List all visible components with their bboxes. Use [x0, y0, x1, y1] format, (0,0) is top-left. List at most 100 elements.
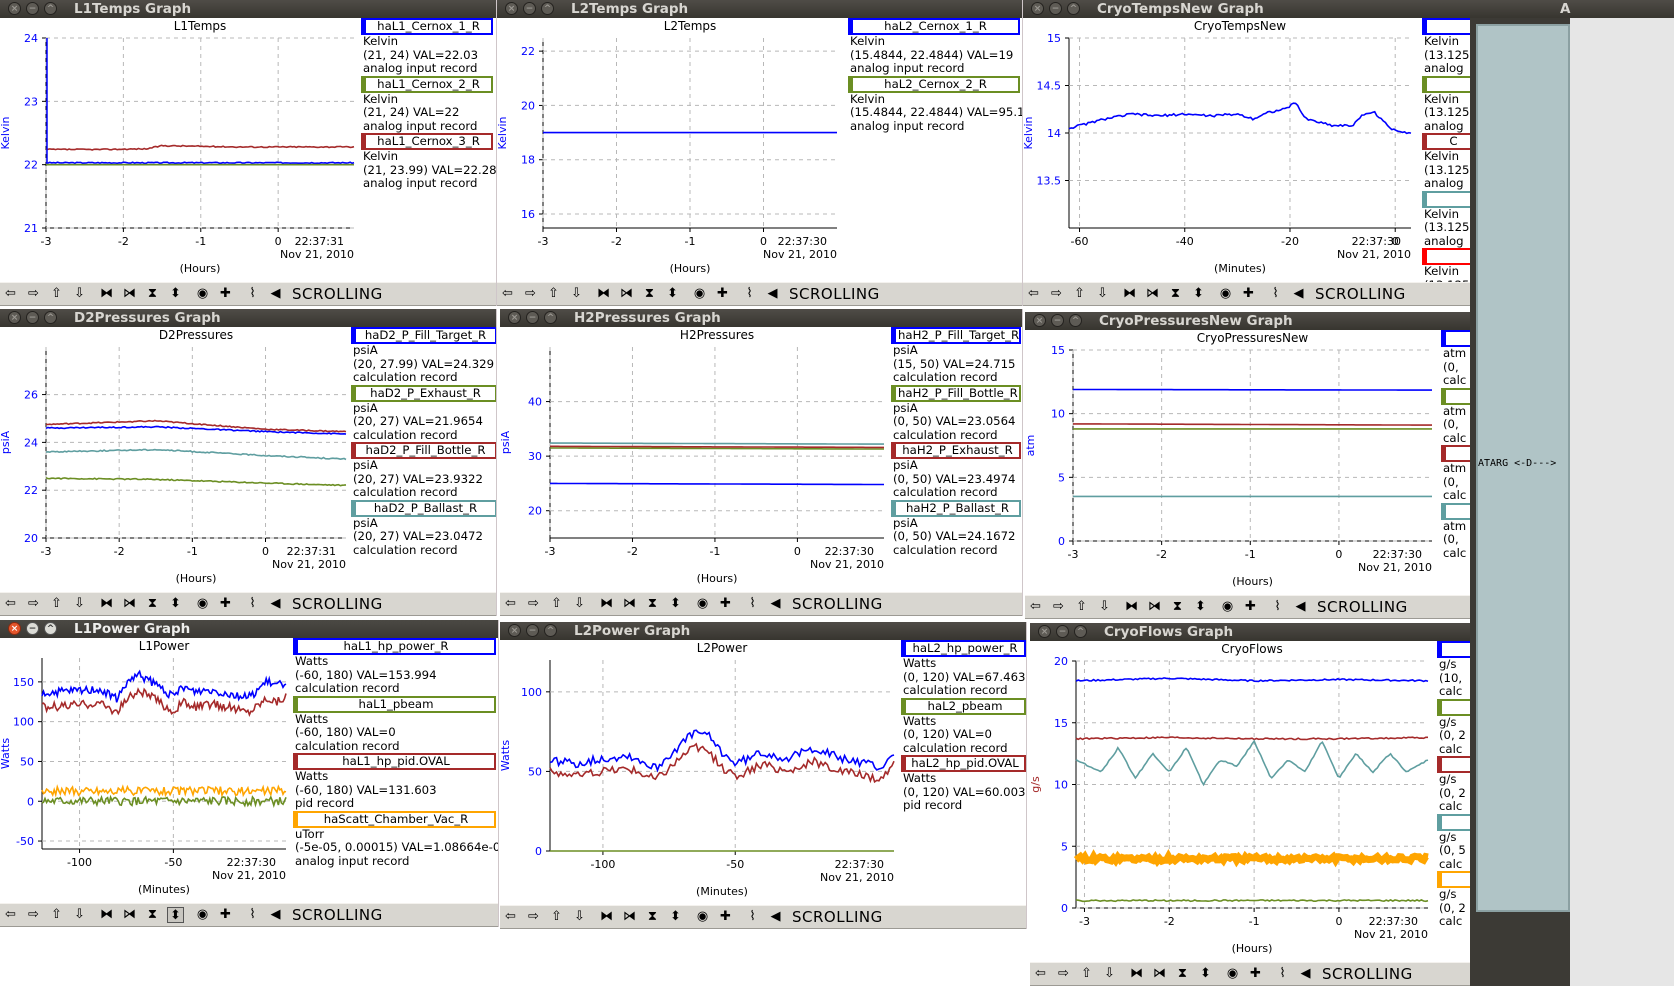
zoom-out-y-icon[interactable]: ⬍: [1190, 286, 1207, 302]
pause-icon[interactable]: ◀: [1292, 599, 1309, 615]
legend-item-name[interactable]: haL2_hp_power_R: [901, 640, 1026, 657]
arrow-up-icon[interactable]: ⇧: [548, 909, 565, 925]
window-titlebar[interactable]: × − ^ CryoPressuresNew Graph: [1025, 312, 1470, 330]
window-titlebar[interactable]: × − ^ H2Pressures Graph: [500, 309, 1022, 327]
arrow-right-icon[interactable]: ⇨: [25, 286, 42, 302]
zoom-out-y-icon[interactable]: ⬍: [167, 907, 184, 923]
minimize-icon[interactable]: −: [1051, 314, 1064, 327]
arrow-left-icon[interactable]: ⇦: [2, 286, 19, 302]
legend-item-name[interactable]: [1422, 248, 1470, 265]
window-titlebar[interactable]: × − ^ L1Temps Graph: [0, 0, 496, 18]
legend-item-name[interactable]: [1441, 502, 1470, 520]
legend-item[interactable]: haL1_pbeam Watts (-60, 180) VAL=0 calculati…: [293, 695, 496, 754]
pause-icon[interactable]: ◀: [767, 909, 784, 925]
window-titlebar[interactable]: × − ^ CryoTempsNew Graph: [1023, 0, 1470, 18]
zoom-in-y-icon[interactable]: ⧗: [1174, 966, 1191, 982]
close-icon[interactable]: ×: [1033, 314, 1046, 327]
zoom-out-y-icon[interactable]: ⬍: [667, 596, 684, 612]
maximize-icon[interactable]: ^: [44, 622, 57, 635]
refresh-icon[interactable]: ◉: [194, 596, 211, 612]
arrow-right-icon[interactable]: ⇨: [525, 909, 542, 925]
pause-icon[interactable]: ◀: [1297, 966, 1314, 982]
zoom-in-x-icon[interactable]: ⧓: [1128, 966, 1145, 982]
zoom-in-y-icon[interactable]: ⧗: [1169, 599, 1186, 615]
zoom-out-y-icon[interactable]: ⬍: [167, 286, 184, 302]
legend-item-name[interactable]: haD2_P_Fill_Target_R: [351, 327, 496, 344]
zoom-in-y-icon[interactable]: ⧗: [644, 596, 661, 612]
legend-item-name[interactable]: haD2_P_Exhaust_R: [351, 384, 496, 402]
legend-item[interactable]: Kelvin(13.125analog: [1422, 75, 1470, 134]
close-icon[interactable]: ×: [8, 311, 21, 324]
minimize-icon[interactable]: −: [1056, 625, 1069, 638]
arrow-right-icon[interactable]: ⇨: [25, 907, 42, 923]
legend-item[interactable]: haL2_Cernox_2_R Kelvin (15.4844, 22.4844) …: [848, 75, 1022, 134]
legend-item-name[interactable]: [1422, 75, 1470, 93]
legend-item[interactable]: haD2_P_Fill_Bottle_R psiA (20, 27) VAL=23.…: [351, 442, 496, 500]
legend-item[interactable]: g/s (0, 2 calc: [1437, 871, 1470, 929]
legend-item-name[interactable]: haL2_pbeam: [901, 697, 1026, 715]
zoom-in-x-icon[interactable]: ⧓: [98, 907, 115, 923]
legend-item[interactable]: haL1_Cernox_1_R Kelvin (21, 24) VAL=22.03 a…: [361, 18, 493, 76]
legend-item[interactable]: atm (0, calc: [1441, 330, 1470, 388]
arrow-down-icon[interactable]: ⇩: [1101, 966, 1118, 982]
legend-item[interactable]: g/s (10, calc: [1437, 641, 1470, 699]
pause-icon[interactable]: ◀: [767, 596, 784, 612]
maximize-icon[interactable]: ^: [1067, 2, 1080, 15]
zoom-in-x-icon[interactable]: ⧓: [598, 596, 615, 612]
maximize-icon[interactable]: ^: [544, 311, 557, 324]
auto-scale-icon[interactable]: ⌇: [744, 909, 761, 925]
legend-item[interactable]: atm (0, calc: [1441, 387, 1470, 446]
legend-item-name[interactable]: haH2_P_Ballast_R: [891, 499, 1021, 517]
arrow-left-icon[interactable]: ⇦: [2, 596, 19, 612]
legend-item[interactable]: haL2_Cernox_1_R Kelvin (15.4844, 22.4844) …: [848, 18, 1020, 76]
add-icon[interactable]: ✚: [217, 286, 234, 302]
arrow-down-icon[interactable]: ⇩: [1094, 286, 1111, 302]
legend-item-name[interactable]: haL1_hp_power_R: [293, 638, 496, 655]
add-icon[interactable]: ✚: [717, 909, 734, 925]
legend-item[interactable]: Kelvin(13.125analog: [1422, 18, 1470, 76]
pause-icon[interactable]: ◀: [764, 286, 781, 302]
auto-scale-icon[interactable]: ⌇: [244, 286, 261, 302]
close-icon[interactable]: ×: [1031, 2, 1044, 15]
legend-item-name[interactable]: haL1_pbeam: [293, 695, 496, 713]
arrow-right-icon[interactable]: ⇨: [1048, 286, 1065, 302]
auto-scale-icon[interactable]: ⌇: [741, 286, 758, 302]
legend-item[interactable]: atm (0, calc: [1441, 502, 1470, 561]
pause-icon[interactable]: ◀: [267, 907, 284, 923]
zoom-out-x-icon[interactable]: ⧒: [621, 596, 638, 612]
auto-scale-icon[interactable]: ⌇: [244, 907, 261, 923]
auto-scale-icon[interactable]: ⌇: [1267, 286, 1284, 302]
zoom-out-y-icon[interactable]: ⬍: [667, 909, 684, 925]
legend-item-name[interactable]: haH2_P_Exhaust_R: [891, 442, 1021, 459]
legend-item[interactable]: haD2_P_Exhaust_R psiA (20, 27) VAL=21.9654…: [351, 384, 496, 443]
arrow-right-icon[interactable]: ⇨: [25, 596, 42, 612]
legend-item-name[interactable]: [1441, 445, 1470, 462]
zoom-in-y-icon[interactable]: ⧗: [1167, 286, 1184, 302]
arrow-down-icon[interactable]: ⇩: [571, 596, 588, 612]
atarg-panel[interactable]: ATARG <-D--->: [1476, 24, 1570, 912]
legend-item[interactable]: haH2_P_Fill_Bottle_R psiA (0, 50) VAL=23.0…: [891, 384, 1021, 443]
zoom-in-x-icon[interactable]: ⧓: [598, 909, 615, 925]
legend-item[interactable]: haL2_hp_power_R Watts (0, 120) VAL=67.4639…: [901, 640, 1026, 698]
legend-item[interactable]: haD2_P_Ballast_R psiA (20, 27) VAL=23.0472…: [351, 499, 496, 558]
legend-item-name[interactable]: [1441, 330, 1470, 347]
legend-item[interactable]: haL1_hp_pid.OVAL Watts (-60, 180) VAL=131.…: [293, 753, 496, 811]
zoom-out-y-icon[interactable]: ⬍: [664, 286, 681, 302]
close-icon[interactable]: ×: [508, 311, 521, 324]
legend-item-name[interactable]: haL1_Cernox_3_R: [361, 133, 493, 150]
zoom-in-y-icon[interactable]: ⧗: [144, 907, 161, 923]
legend-item-name[interactable]: haL2_hp_pid.OVAL: [901, 755, 1026, 772]
zoom-out-x-icon[interactable]: ⧒: [621, 909, 638, 925]
close-icon[interactable]: ×: [508, 624, 521, 637]
legend-item[interactable]: g/s (0, 2 calc: [1437, 698, 1470, 757]
maximize-icon[interactable]: ^: [544, 624, 557, 637]
legend-item-name[interactable]: [1437, 813, 1470, 831]
arrow-down-icon[interactable]: ⇩: [71, 286, 88, 302]
arrow-down-icon[interactable]: ⇩: [71, 596, 88, 612]
add-icon[interactable]: ✚: [1247, 966, 1264, 982]
legend-item-name[interactable]: haD2_P_Fill_Bottle_R: [351, 442, 496, 459]
window-titlebar[interactable]: × − ^ CryoFlows Graph: [1030, 623, 1470, 641]
side-window-titlebar[interactable]: A: [1470, 0, 1674, 18]
legend-item-name[interactable]: haL1_Cernox_1_R: [361, 18, 493, 35]
legend-item-name[interactable]: haH2_P_Fill_Target_R: [891, 327, 1021, 344]
